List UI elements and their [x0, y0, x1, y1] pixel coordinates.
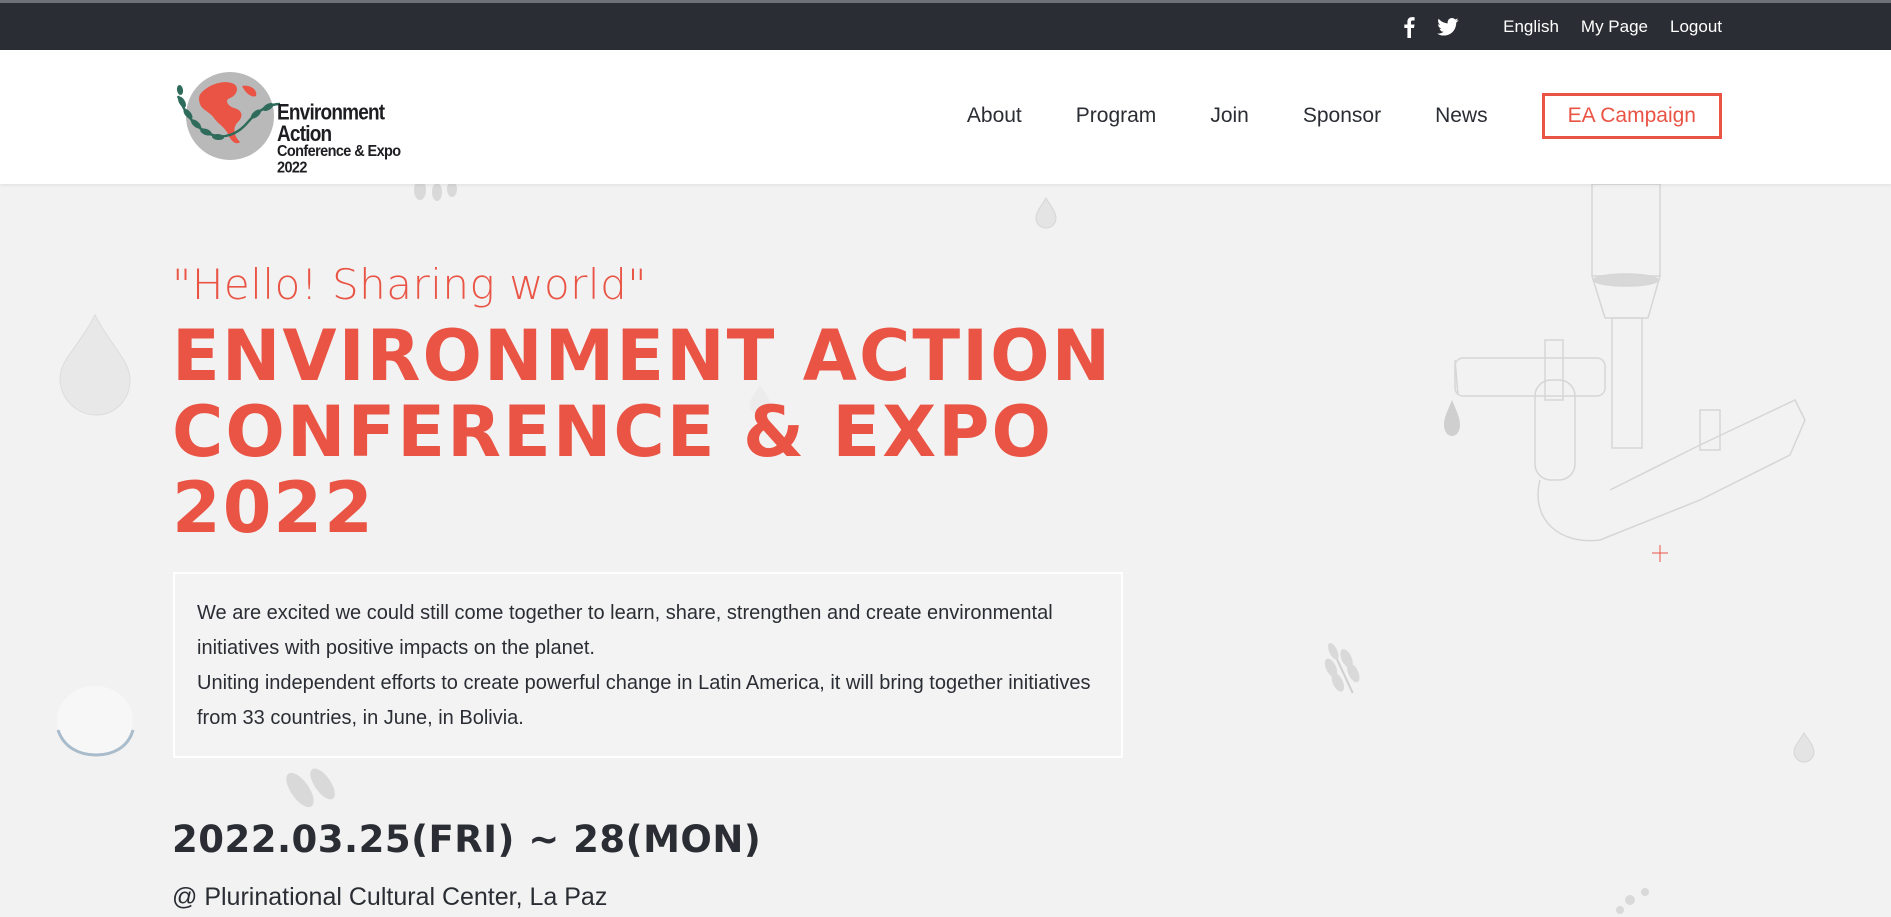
main-nav: About Program Join Sponsor News EA Campa…	[967, 90, 1722, 142]
language-link[interactable]: English	[1503, 17, 1559, 37]
nav-item-about[interactable]: About	[967, 104, 1022, 128]
hero-title-line-3: 2022	[172, 467, 375, 549]
logout-link[interactable]: Logout	[1670, 17, 1722, 37]
hero-title: ENVIRONMENT ACTION CONFERENCE & EXPO 202…	[172, 318, 1172, 546]
nav-item-join[interactable]: Join	[1210, 104, 1249, 128]
nav-item-news[interactable]: News	[1435, 104, 1488, 128]
twitter-icon[interactable]	[1437, 15, 1459, 39]
logo-line-1: Environment Action	[277, 100, 385, 147]
hero-subtitle: "Hello! Sharing world"	[172, 260, 648, 309]
event-venue: @ Plurinational Cultural Center, La Paz	[172, 883, 608, 911]
event-date: 2022.03.25(FRI) ~ 28(MON)	[172, 818, 762, 861]
ea-campaign-button[interactable]: EA Campaign	[1541, 93, 1722, 139]
intro-paragraph-1: We are excited we could still come toget…	[197, 602, 1053, 659]
site-logo[interactable]: Environment Action Conference & Expo 202…	[172, 70, 432, 176]
hero-title-line-2: CONFERENCE & EXPO	[172, 391, 1053, 473]
intro-paragraph-2: Uniting independent efforts to create po…	[197, 672, 1091, 729]
nav-item-program[interactable]: Program	[1076, 104, 1157, 128]
globe-icon	[176, 72, 281, 160]
top-bar-links: English My Page Logout	[1403, 3, 1722, 50]
main-header: Environment Action Conference & Expo 202…	[0, 50, 1891, 184]
nav-item-sponsor[interactable]: Sponsor	[1303, 104, 1381, 128]
hero-title-line-1: ENVIRONMENT ACTION	[172, 315, 1113, 397]
logo-line-2: Conference & Expo 2022	[277, 142, 401, 177]
logo-text: Environment Action Conference & Expo 202…	[277, 100, 432, 177]
my-page-link[interactable]: My Page	[1581, 17, 1648, 37]
top-bar: English My Page Logout	[0, 0, 1891, 50]
facebook-icon[interactable]	[1403, 15, 1415, 39]
intro-box: We are excited we could still come toget…	[173, 572, 1123, 758]
